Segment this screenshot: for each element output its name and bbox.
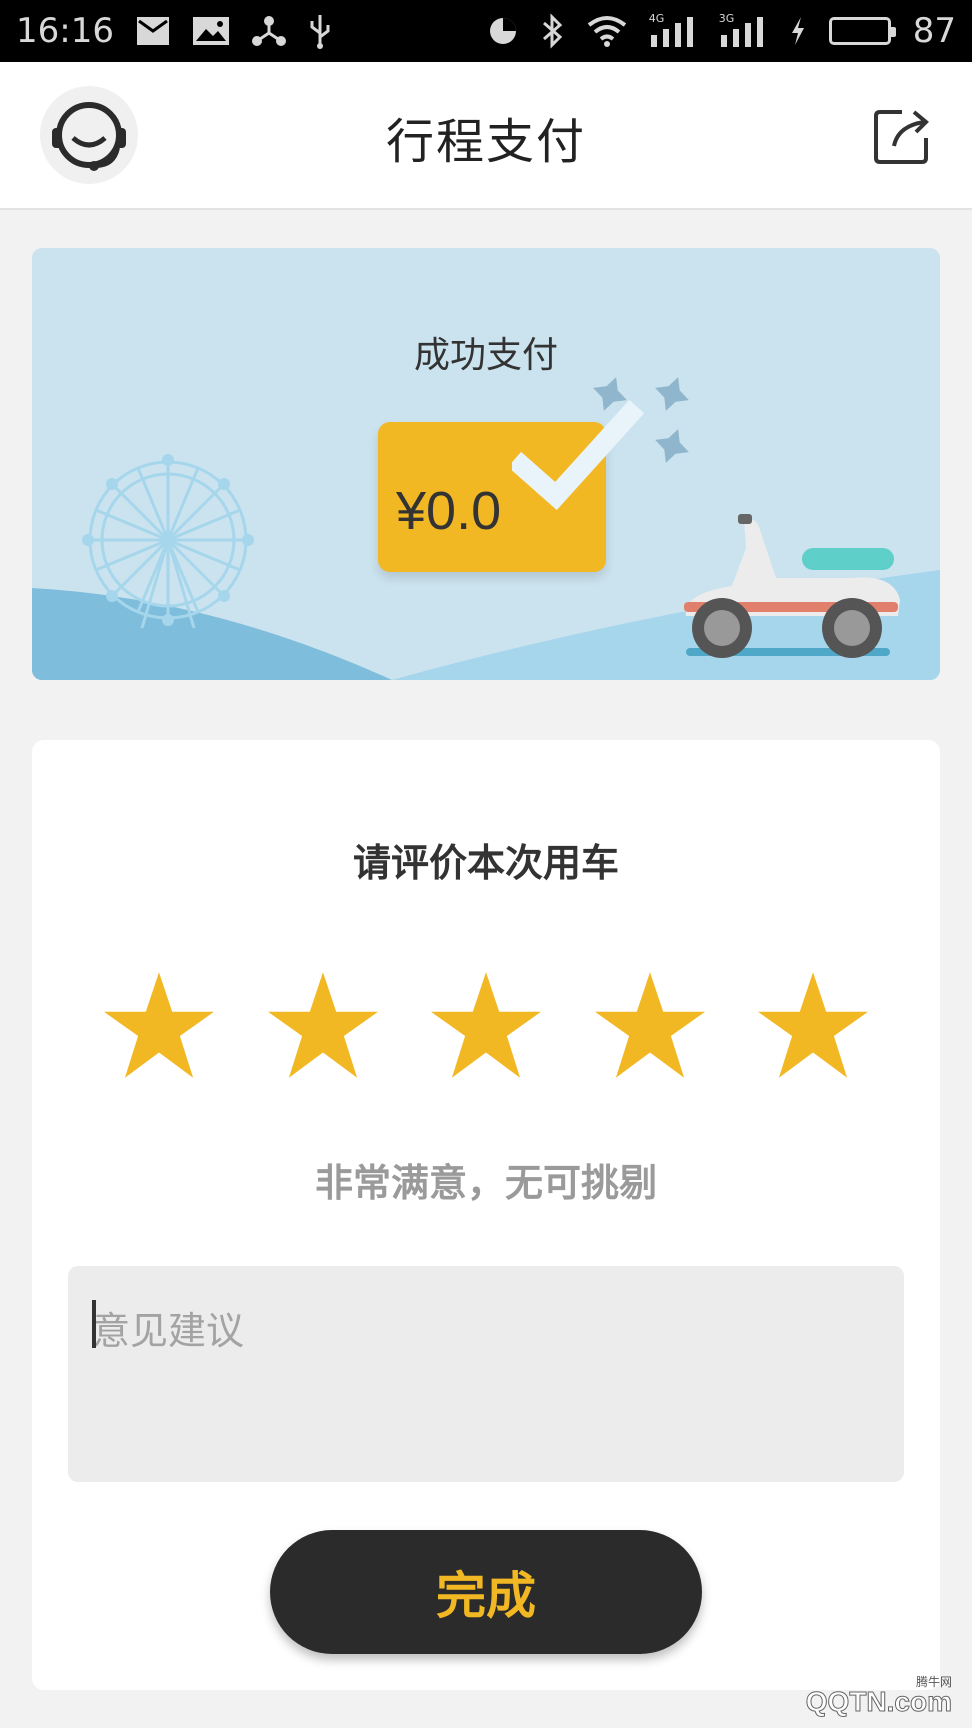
signal-3g-icon: 3G [719,13,767,47]
share-icon [874,110,929,164]
share-button[interactable] [872,106,932,166]
watermark-logo: 腾牛网 QQTN.com [786,1674,966,1724]
payment-amount: ¥0.0 [396,481,502,541]
bluetooth-icon [541,13,565,49]
signal-4g-icon: 4G [649,13,697,47]
star-icon-3[interactable] [431,970,541,1080]
rating-card: 请评价本次用车 非常满意，无可挑剔 完成 [32,740,940,1690]
share-network-icon [251,15,286,47]
page-title: 行程支付 [385,114,586,170]
payment-status: 成功支付 [413,335,558,376]
data-saver-icon [487,15,519,47]
star-icon-1[interactable] [104,970,214,1080]
payment-card: 成功支付 ¥0.0 [32,248,940,680]
image-icon [192,16,230,46]
checkmark-icon [512,400,645,511]
usb-icon [308,13,332,49]
status-left: 16:16 [16,11,332,51]
text-cursor [92,1300,96,1348]
status-bar: 16:16 4G 3G 87 [0,0,972,62]
wifi-icon [587,15,627,47]
mail-icon [136,16,170,46]
battery-level: 87 [912,11,956,51]
rating-title: 请评价本次用车 [352,841,619,885]
status-right: 4G 3G 87 [487,11,956,51]
done-button[interactable]: 完成 [270,1530,702,1654]
charging-icon [789,15,807,47]
battery-icon [828,17,896,45]
app-header: 行程支付 [0,62,972,210]
star-rating[interactable] [104,970,868,1080]
rating-description: 非常满意，无可挑剔 [314,1161,657,1205]
status-time: 16:16 [16,11,114,51]
star-icon-4[interactable] [594,970,705,1080]
watermark-text: QQTN.com [805,1686,952,1718]
star-icon-2[interactable] [267,970,378,1080]
feedback-input[interactable] [68,1266,904,1482]
star-icon-5[interactable] [758,970,868,1080]
